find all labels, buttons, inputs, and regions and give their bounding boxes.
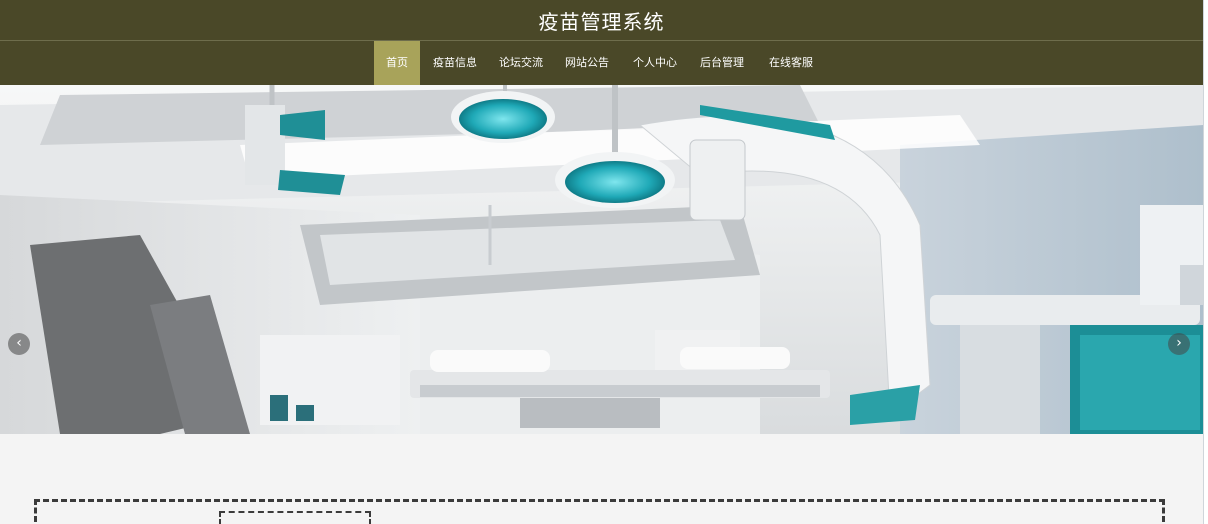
nav-item-announcements[interactable]: 网站公告 bbox=[560, 41, 614, 85]
nav-item-personal-center[interactable]: 个人中心 bbox=[628, 41, 682, 85]
nav-item-home[interactable]: 首页 bbox=[374, 41, 420, 85]
nav-item-vaccine-info[interactable]: 疫苗信息 bbox=[428, 41, 482, 85]
main-nav: 首页 疫苗信息 论坛交流 网站公告 个人中心 后台管理 在线客服 bbox=[0, 41, 1203, 85]
content-section-frame bbox=[34, 499, 1165, 524]
nav-item-forum[interactable]: 论坛交流 bbox=[494, 41, 548, 85]
section-title-box bbox=[219, 511, 371, 524]
nav-item-admin[interactable]: 后台管理 bbox=[695, 41, 749, 85]
banner-carousel[interactable]: ‹ › bbox=[0, 85, 1203, 434]
site-header: 疫苗管理系统 bbox=[0, 0, 1203, 41]
carousel-next-button[interactable]: › bbox=[1168, 333, 1190, 355]
banner-image bbox=[0, 85, 1203, 434]
nav-item-online-service[interactable]: 在线客服 bbox=[764, 41, 818, 85]
page-scroll-edge bbox=[1203, 0, 1208, 524]
site-title: 疫苗管理系统 bbox=[538, 10, 665, 34]
carousel-prev-button[interactable]: ‹ bbox=[8, 333, 30, 355]
